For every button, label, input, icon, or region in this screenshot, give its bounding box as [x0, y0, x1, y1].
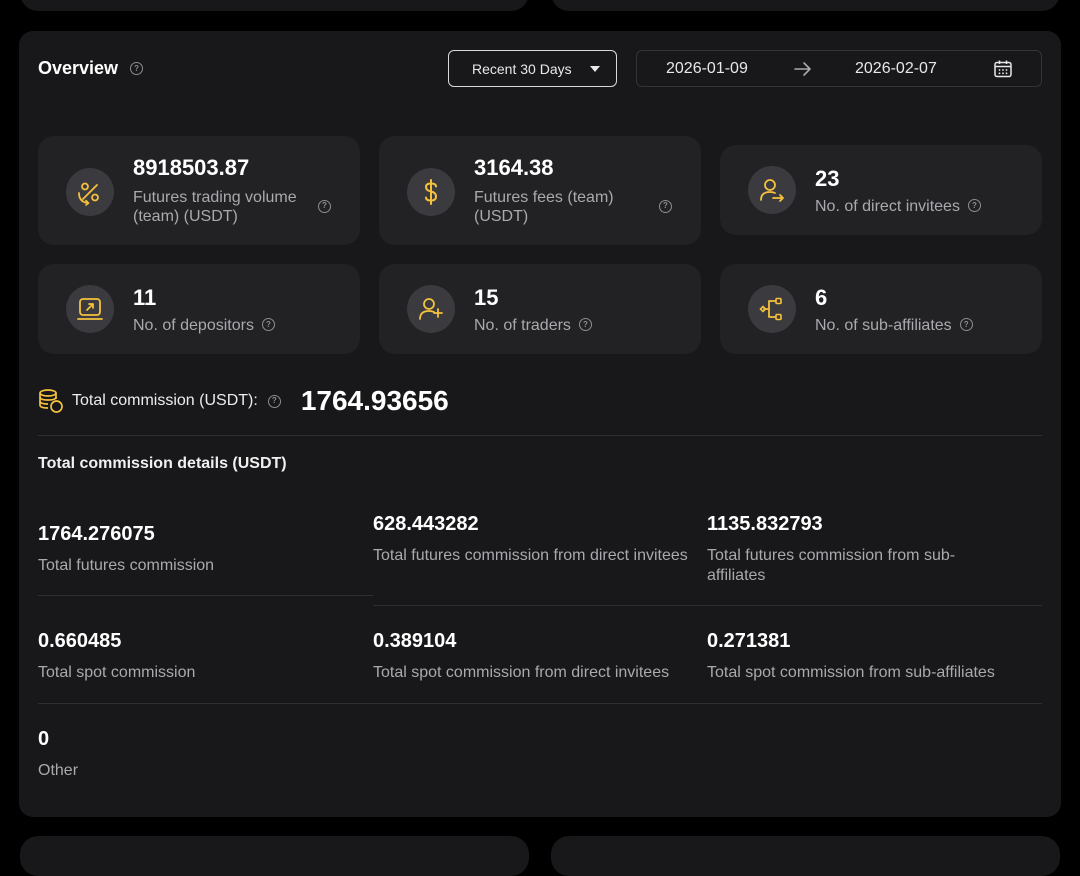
- total-commission-value: 1764.93656: [300, 385, 449, 416]
- user-arrow-icon: [748, 166, 796, 214]
- detail-label: Other: [38, 762, 79, 779]
- date-range-picker[interactable]: 2026-01-09 2026-02-07: [636, 50, 1042, 87]
- end-date[interactable]: 2026-02-07: [855, 60, 937, 78]
- stat-card-futures-fees: 3164.38 Futures fees (team) (USDT) ?: [379, 136, 701, 245]
- stat-value: 23: [815, 166, 840, 191]
- detail-label: Total futures commission: [38, 557, 215, 574]
- stat-label: No. of traders: [474, 317, 571, 334]
- stat-card-direct-invitees: 23 No. of direct invitees?: [720, 145, 1042, 235]
- help-icon[interactable]: ?: [578, 318, 592, 332]
- page-title: Overview: [38, 58, 119, 78]
- stat-card-sub-affiliates: 6 No. of sub-affiliates?: [720, 264, 1042, 354]
- detail-value: 0: [38, 728, 50, 750]
- detail-value: 628.443282: [373, 513, 479, 535]
- row-divider: [38, 595, 373, 596]
- stat-value: 3164.38: [474, 155, 554, 180]
- help-icon[interactable]: ?: [659, 199, 672, 213]
- detail-label: Total spot commission from direct invite…: [373, 664, 670, 681]
- detail-cell: 0.271381 Total spot commission from sub-…: [707, 630, 1042, 683]
- detail-label: Total futures commission from direct inv…: [373, 547, 688, 564]
- help-icon[interactable]: ?: [261, 318, 275, 332]
- total-commission-label: Total commission (USDT):: [72, 392, 258, 409]
- calendar-icon[interactable]: [993, 59, 1013, 79]
- help-icon[interactable]: ?: [959, 318, 973, 332]
- row-divider: [373, 605, 1042, 606]
- detail-cell: 0 Other: [38, 728, 368, 781]
- deposit-icon: [66, 285, 114, 333]
- stat-label: No. of sub-affiliates: [815, 317, 952, 334]
- stat-card-depositors: 11 No. of depositors?: [38, 264, 360, 354]
- row-divider: [38, 703, 1042, 704]
- detail-label: Total spot commission: [38, 664, 196, 681]
- details-title: Total commission details (USDT): [38, 455, 287, 472]
- dollar-icon: [407, 168, 455, 216]
- previous-card-left: [20, 0, 529, 11]
- detail-value: 1764.276075: [38, 523, 155, 545]
- detail-value: 0.660485: [38, 630, 122, 652]
- stat-label: No. of direct invitees: [815, 198, 960, 215]
- coins-icon: [39, 389, 63, 413]
- network-icon: [748, 285, 796, 333]
- percent-swap-icon: [66, 168, 114, 216]
- detail-cell: 1135.832793 Total futures commission fro…: [707, 513, 1007, 586]
- stat-value: 15: [474, 285, 499, 310]
- stat-value: 6: [815, 285, 828, 310]
- detail-label: Total futures commission from sub-affili…: [707, 547, 956, 584]
- total-commission: Total commission (USDT): ? 1764.93656: [38, 385, 449, 416]
- detail-cell: 1764.276075 Total futures commission: [38, 523, 368, 576]
- caret-down-icon: [590, 66, 600, 72]
- detail-cell: 0.660485 Total spot commission: [38, 630, 368, 683]
- overview-panel: Overview ? Recent 30 Days 2026-01-09 202…: [19, 31, 1061, 817]
- range-dropdown-value: Recent 30 Days: [472, 60, 572, 77]
- range-dropdown[interactable]: Recent 30 Days: [448, 50, 617, 87]
- arrow-right-icon: [794, 62, 811, 76]
- stat-label: Futures trading volume (team) (USDT): [133, 189, 297, 225]
- help-icon[interactable]: ?: [318, 199, 331, 213]
- overview-header: Overview ?: [38, 58, 144, 79]
- user-plus-icon: [407, 285, 455, 333]
- detail-value: 0.389104: [373, 630, 457, 652]
- stat-value: 11: [133, 285, 157, 310]
- start-date[interactable]: 2026-01-09: [666, 60, 748, 78]
- detail-cell: 0.389104 Total spot commission from dire…: [373, 630, 707, 683]
- stat-label: Futures fees (team) (USDT): [474, 189, 614, 225]
- stat-card-futures-volume: 8918503.87 Futures trading volume (team)…: [38, 136, 360, 245]
- detail-value: 0.271381: [707, 630, 791, 652]
- next-card-left: [20, 836, 529, 876]
- stat-label: No. of depositors: [133, 317, 254, 334]
- detail-value: 1135.832793: [707, 513, 823, 535]
- help-icon[interactable]: ?: [130, 62, 144, 75]
- detail-cell: 628.443282 Total futures commission from…: [373, 513, 693, 566]
- detail-label: Total spot commission from sub-affiliate…: [707, 664, 995, 681]
- next-card-right: [551, 836, 1060, 876]
- stat-value: 8918503.87: [133, 155, 250, 180]
- stat-card-traders: 15 No. of traders?: [379, 264, 701, 354]
- help-icon[interactable]: ?: [267, 394, 281, 408]
- section-divider: [38, 435, 1042, 436]
- help-icon[interactable]: ?: [967, 199, 981, 213]
- previous-card-right: [551, 0, 1060, 11]
